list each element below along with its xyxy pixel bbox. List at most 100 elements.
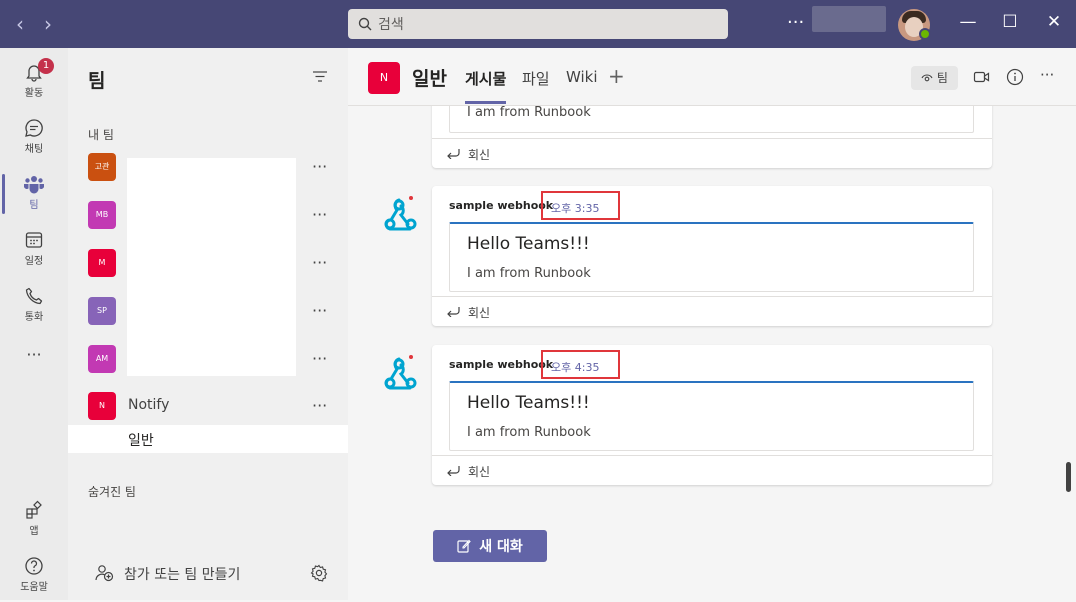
search-placeholder: 검색 — [378, 17, 404, 33]
gear-icon[interactable] — [310, 564, 328, 582]
reply-label: 회신 — [468, 148, 491, 162]
minimize-button[interactable]: — — [956, 12, 980, 32]
channel-title: 일반 — [412, 68, 447, 90]
webhook-bot-icon — [384, 196, 417, 231]
team-name: Notify — [128, 397, 170, 413]
compose-icon — [457, 539, 471, 553]
tab-posts[interactable]: 게시물 — [465, 68, 507, 104]
message-feed: I am from Runbook 회신 sample webhook 오후 3… — [348, 106, 1076, 600]
rail-help-label: 도움말 — [20, 582, 48, 593]
message-card[interactable]: sample webhook 오후 4:35 Hello Teams!!! I … — [432, 345, 992, 485]
reply-label: 회신 — [468, 306, 491, 320]
message-card[interactable]: I am from Runbook 회신 — [432, 106, 992, 168]
team-avatar: N — [368, 62, 400, 94]
rail-calls-label: 통화 — [24, 312, 44, 323]
scrollbar-thumb[interactable] — [1066, 462, 1071, 492]
reply-icon — [447, 307, 460, 317]
reply-label: 회신 — [468, 465, 491, 479]
card-title: Hello Teams!!! — [467, 234, 590, 254]
rail-activity[interactable]: 활동 1 — [0, 54, 68, 108]
channel-label: 일반 — [128, 433, 154, 449]
webhook-bot-icon — [384, 355, 417, 390]
highlight-box — [541, 191, 620, 220]
help-icon — [25, 557, 43, 575]
teams-icon — [24, 176, 44, 194]
team-avatar: N — [88, 392, 116, 420]
sender-name: sample webhook — [449, 358, 554, 371]
team-avatar: SP — [88, 297, 116, 325]
add-people-icon — [95, 565, 114, 582]
adaptive-card: Hello Teams!!! I am from Runbook — [449, 222, 974, 292]
team-avatar: 고관 — [88, 153, 116, 181]
info-icon[interactable] — [1006, 68, 1024, 86]
message-card[interactable]: sample webhook 오후 3:35 Hello Teams!!! I … — [432, 186, 992, 326]
card-title: Hello Teams!!! — [467, 393, 590, 413]
team-button-label: 팀 — [936, 71, 948, 85]
rail-apps-label: 앱 — [29, 526, 39, 537]
apps-icon — [26, 500, 42, 519]
eye-icon — [921, 74, 933, 82]
channel-item-general[interactable]: 일반 — [68, 425, 348, 453]
highlight-box — [541, 350, 620, 379]
reply-icon — [447, 466, 460, 476]
rail-help[interactable]: 도움말 — [0, 548, 68, 602]
search-input[interactable]: 검색 — [348, 9, 728, 39]
new-conversation-button[interactable]: 새 대화 — [433, 530, 547, 562]
maximize-button[interactable]: ☐ — [998, 12, 1022, 32]
team-more-button[interactable]: ··· — [312, 349, 327, 368]
join-create-label: 참가 또는 팀 만들기 — [124, 567, 241, 583]
adaptive-card: Hello Teams!!! I am from Runbook — [449, 381, 974, 451]
meet-now-icon[interactable] — [973, 68, 991, 86]
search-icon — [358, 17, 372, 31]
card-body: I am from Runbook — [467, 266, 591, 281]
channel-header: N 일반 게시물 파일 Wiki + 팀 ··· — [348, 48, 1076, 106]
card-body: I am from Runbook — [467, 106, 591, 120]
sender-name: sample webhook — [449, 199, 554, 212]
title-bar: ‹ › 검색 ··· — ☐ ✕ — [0, 0, 1076, 48]
blurred-area — [812, 6, 886, 32]
rail-activity-label: 활동 — [24, 88, 44, 99]
my-teams-label: 내 팀 — [88, 128, 114, 142]
reply-button[interactable]: 회신 — [432, 455, 992, 485]
team-more-button[interactable]: ··· — [312, 396, 327, 415]
activity-badge: 1 — [38, 58, 54, 74]
rail-calendar[interactable]: 일정 — [0, 222, 68, 276]
header-more-button[interactable]: ··· — [1040, 66, 1054, 84]
team-avatar: MB — [88, 201, 116, 229]
join-or-create-team[interactable]: 참가 또는 팀 만들기 — [68, 556, 348, 590]
reply-button[interactable]: 회신 — [432, 138, 992, 168]
reply-button[interactable]: 회신 — [432, 296, 992, 326]
new-conversation-label: 새 대화 — [479, 539, 523, 555]
reply-icon — [447, 149, 460, 159]
rail-more-button[interactable]: ··· — [0, 338, 68, 372]
rail-apps[interactable]: 앱 — [0, 492, 68, 546]
hidden-teams-label[interactable]: 숨겨진 팀 — [88, 483, 136, 500]
close-button[interactable]: ✕ — [1042, 12, 1066, 32]
rail-calendar-label: 일정 — [24, 256, 44, 267]
team-more-button[interactable]: ··· — [312, 205, 327, 224]
team-more-button[interactable]: ··· — [312, 253, 327, 272]
rail-calls[interactable]: 통화 — [0, 278, 68, 332]
tab-wiki[interactable]: Wiki — [566, 68, 598, 86]
filter-icon[interactable] — [312, 70, 328, 84]
rail-teams[interactable]: 팀 — [0, 166, 68, 220]
team-more-button[interactable]: ··· — [312, 301, 327, 320]
forward-button[interactable]: › — [38, 12, 58, 36]
team-row-notify[interactable]: N Notify ··· — [68, 384, 348, 428]
adaptive-card: I am from Runbook — [449, 106, 974, 133]
settings-more-button[interactable]: ··· — [787, 12, 804, 33]
app-rail: 활동 1 채팅 팀 일정 통화 ··· 앱 도움말 — [0, 48, 68, 600]
panel-title: 팀 — [88, 70, 106, 92]
back-button[interactable]: ‹ — [10, 12, 30, 36]
phone-icon — [25, 287, 43, 305]
rail-chat[interactable]: 채팅 — [0, 110, 68, 164]
team-button[interactable]: 팀 — [911, 66, 958, 90]
team-more-button[interactable]: ··· — [312, 157, 327, 176]
card-body: I am from Runbook — [467, 425, 591, 440]
redacted-team-names — [127, 158, 296, 376]
chat-icon — [25, 119, 43, 137]
team-avatar: M — [88, 249, 116, 277]
tab-files[interactable]: 파일 — [522, 68, 550, 89]
rail-chat-label: 채팅 — [24, 144, 44, 155]
add-tab-button[interactable]: + — [608, 64, 625, 88]
